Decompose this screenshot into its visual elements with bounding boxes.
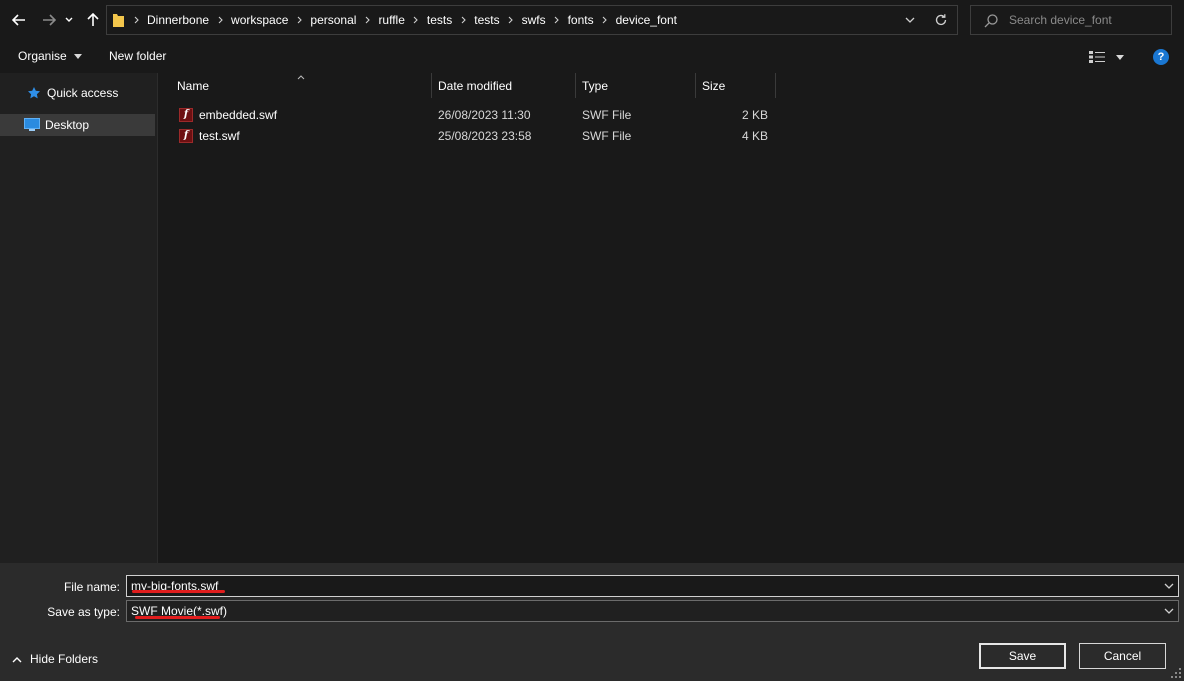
hide-folders-button[interactable]: Hide Folders	[12, 652, 98, 666]
folder-icon	[113, 14, 124, 27]
navigation-bar: Dinnerbone workspace personal ruffle tests te…	[0, 0, 1184, 40]
chevron-down-icon	[905, 17, 915, 23]
chevron-up-icon	[12, 656, 22, 662]
file-date: 26/08/2023 11:30	[438, 107, 531, 122]
file-list: Name Date modified Type Size f embedded.…	[159, 73, 1184, 563]
sidebar-item-label: Quick access	[47, 86, 119, 100]
save-button[interactable]: Save	[979, 643, 1066, 669]
breadcrumb-item[interactable]: fonts	[564, 13, 598, 27]
up-arrow-icon	[87, 13, 99, 26]
file-size: 4 KB	[741, 128, 768, 143]
chevron-right-icon[interactable]	[504, 16, 518, 24]
spellcheck-underline	[132, 590, 225, 593]
file-type: SWF File	[582, 107, 632, 122]
resize-grip-icon[interactable]	[1171, 668, 1181, 678]
chevron-right-icon[interactable]	[456, 16, 470, 24]
file-type: SWF File	[582, 128, 632, 143]
column-header-date-modified[interactable]: Date modified	[432, 73, 576, 98]
breadcrumb-item[interactable]: personal	[306, 13, 360, 27]
refresh-icon	[935, 14, 947, 26]
chevron-right-icon[interactable]	[409, 16, 423, 24]
address-bar[interactable]: Dinnerbone workspace personal ruffle tests te…	[106, 5, 958, 35]
sidebar-item-label: Desktop	[45, 118, 90, 132]
refresh-button[interactable]	[933, 12, 949, 28]
file-name-field[interactable]: my-big-fonts.swf	[126, 575, 1179, 597]
column-header-label: Date modified	[438, 78, 513, 93]
cancel-button[interactable]: Cancel	[1079, 643, 1166, 669]
breadcrumb-item[interactable]: tests	[423, 13, 456, 27]
caret-down-icon	[73, 53, 82, 59]
back-arrow-icon	[12, 14, 25, 26]
flash-file-icon: f	[179, 128, 193, 143]
column-header-name[interactable]: Name	[171, 73, 432, 98]
save-options-panel: File name: my-big-fonts.swf Save as type…	[0, 563, 1184, 681]
new-folder-button[interactable]: New folder	[109, 49, 166, 63]
save-type-label: Save as type:	[47, 605, 120, 619]
table-row[interactable]: f test.swf 25/08/2023 23:58 SWF File 4 K…	[159, 125, 779, 146]
breadcrumb: Dinnerbone workspace personal ruffle tests te…	[129, 6, 681, 34]
flash-file-icon: f	[179, 107, 193, 122]
change-view-button[interactable]	[1089, 50, 1129, 64]
back-button[interactable]	[8, 8, 30, 32]
sidebar-item-quick-access[interactable]: Quick access	[0, 82, 155, 104]
file-date: 25/08/2023 23:58	[438, 128, 532, 143]
spellcheck-underline	[135, 616, 220, 619]
search-box[interactable]	[970, 5, 1172, 35]
details-view-icon	[1089, 51, 1105, 63]
breadcrumb-item[interactable]: workspace	[227, 13, 292, 27]
navigation-pane: Quick access Desktop	[0, 73, 158, 563]
breadcrumb-item[interactable]: Dinnerbone	[143, 13, 213, 27]
file-name: embedded.swf	[199, 107, 278, 122]
chevron-right-icon[interactable]	[550, 16, 564, 24]
chevron-down-icon	[1164, 606, 1174, 616]
breadcrumb-item[interactable]: tests	[470, 13, 503, 27]
recent-locations-button[interactable]	[62, 8, 76, 32]
file-name-cell: f test.swf	[179, 125, 240, 146]
save-type-select[interactable]: SWF Movie(*.swf)	[126, 600, 1179, 622]
desktop-icon	[24, 117, 40, 133]
chevron-right-icon[interactable]	[598, 16, 612, 24]
address-history-dropdown[interactable]	[903, 14, 917, 26]
breadcrumb-item[interactable]: ruffle	[374, 13, 408, 27]
column-header-label: Name	[177, 78, 210, 93]
chevron-down-icon	[65, 17, 73, 22]
column-header-type[interactable]: Type	[576, 73, 696, 98]
chevron-right-icon[interactable]	[129, 16, 143, 24]
search-input[interactable]	[1009, 12, 1159, 28]
chevron-right-icon[interactable]	[292, 16, 306, 24]
file-size: 2 KB	[741, 107, 768, 122]
file-name-cell: f embedded.swf	[179, 104, 277, 125]
file-name-label: File name:	[63, 580, 120, 594]
forward-arrow-icon	[43, 14, 56, 26]
forward-button[interactable]	[38, 8, 60, 32]
hide-folders-label: Hide Folders	[30, 652, 99, 666]
chevron-down-icon[interactable]	[1164, 581, 1174, 591]
chevron-right-icon[interactable]	[360, 16, 374, 24]
organise-button[interactable]: Organise	[18, 49, 82, 63]
column-header-size[interactable]: Size	[696, 73, 776, 98]
breadcrumb-item[interactable]: device_font	[612, 13, 681, 27]
up-button[interactable]	[82, 8, 104, 32]
search-icon	[984, 14, 998, 28]
star-icon	[26, 85, 42, 101]
caret-down-icon	[1116, 54, 1124, 60]
new-folder-label: New folder	[109, 49, 167, 63]
column-header-label: Type	[582, 78, 609, 93]
help-button[interactable]: ?	[1153, 49, 1169, 65]
column-header-label: Size	[702, 78, 726, 93]
command-bar: Organise New folder ?	[0, 40, 1184, 73]
table-row[interactable]: f embedded.swf 26/08/2023 11:30 SWF File…	[159, 104, 779, 125]
organise-label: Organise	[18, 49, 67, 63]
breadcrumb-item[interactable]: swfs	[518, 13, 550, 27]
sidebar-item-desktop[interactable]: Desktop	[0, 114, 155, 136]
file-name: test.swf	[199, 128, 240, 143]
chevron-right-icon[interactable]	[213, 16, 227, 24]
